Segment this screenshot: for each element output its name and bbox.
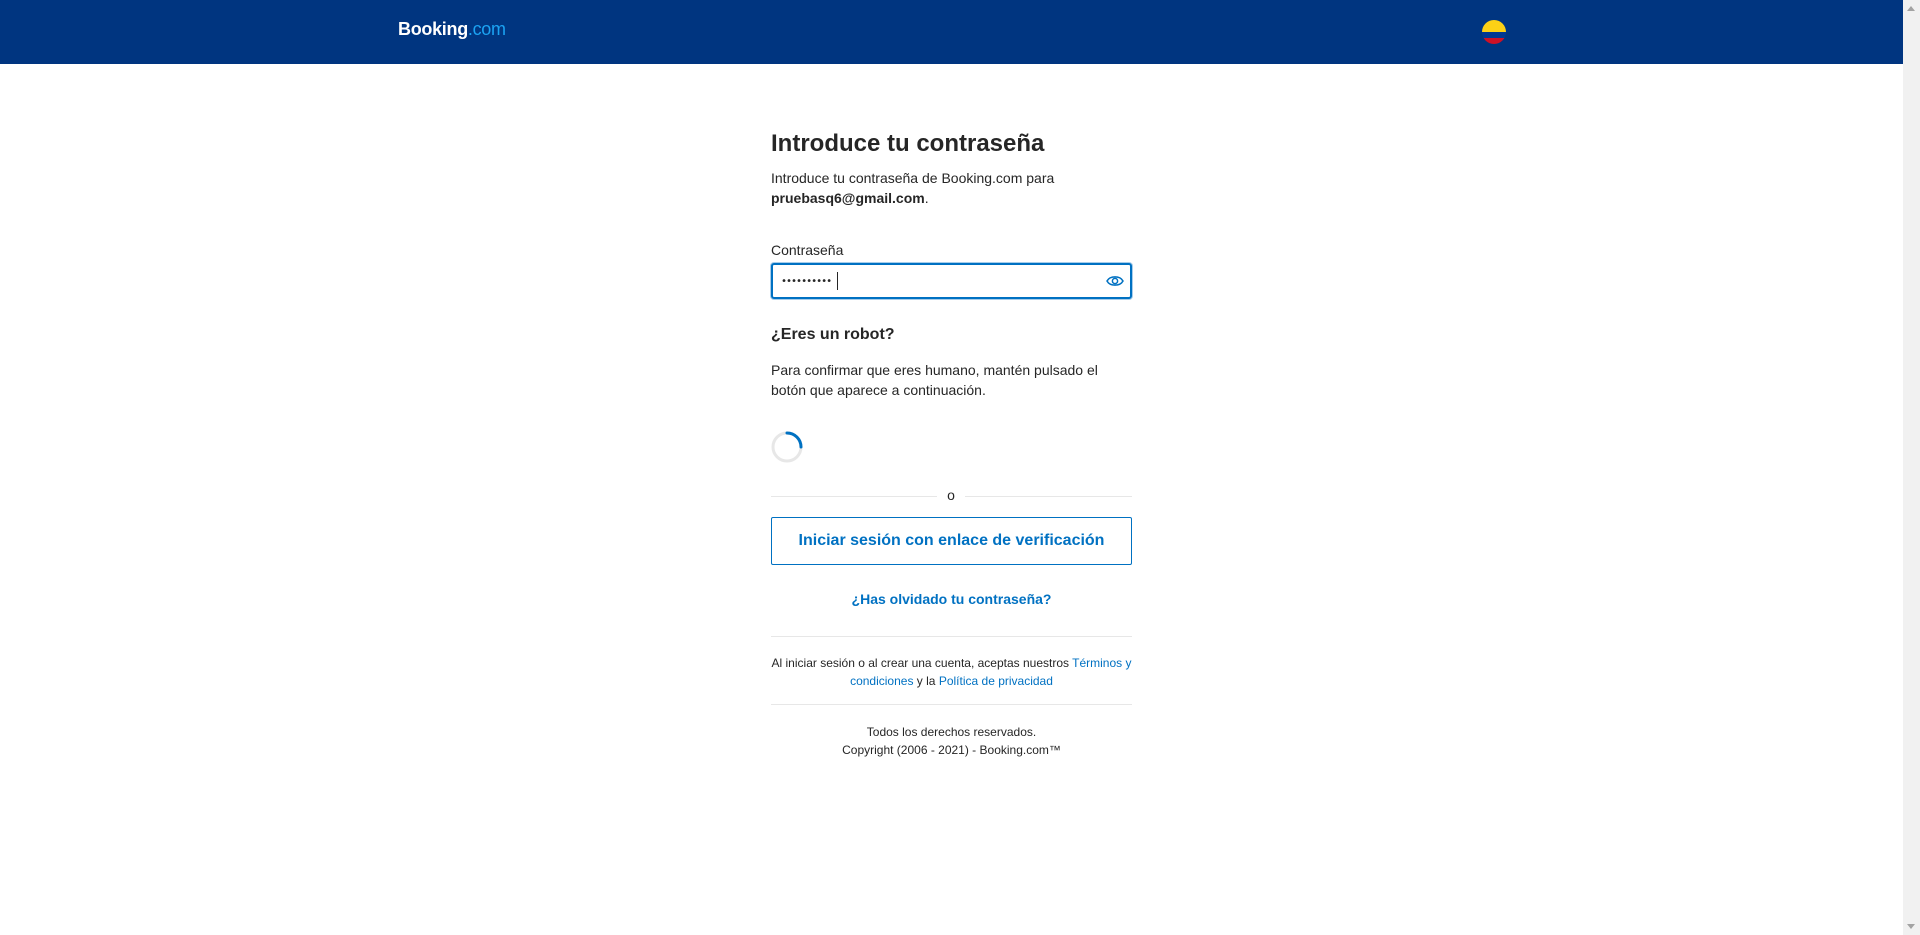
colombia-flag-icon [1482, 20, 1506, 44]
divider-line-left [771, 496, 937, 497]
copyright-text: Copyright (2006 - 2021) - Booking.com™ [842, 743, 1061, 757]
intro-text: Introduce tu contraseña de Booking.com p… [771, 168, 1132, 208]
footer: Todos los derechos reservados. Copyright… [771, 723, 1132, 759]
page-title: Introduce tu contraseña [771, 130, 1045, 157]
or-divider: o [771, 487, 1132, 503]
show-password-button[interactable] [1106, 273, 1124, 289]
text-cursor [837, 272, 838, 290]
vertical-scrollbar[interactable] [1903, 0, 1920, 935]
divider-line-right [965, 496, 1132, 497]
robot-check-text: Para confirmar que eres humano, mantén p… [771, 362, 1098, 398]
legal-prefix: Al iniciar sesión o al crear una cuenta,… [771, 656, 1070, 670]
robot-check-title: ¿Eres un robot? [771, 326, 895, 343]
forgot-password-link[interactable]: ¿Has olvidado tu contraseña? [771, 591, 1132, 607]
top-header: Booking.com [0, 0, 1903, 64]
scroll-down-arrow-icon[interactable] [1907, 924, 1915, 929]
verification-link-button[interactable]: Iniciar sesión con enlace de verificació… [771, 517, 1132, 565]
logo-main: Booking [398, 19, 468, 39]
privacy-link[interactable]: Política de privacidad [939, 674, 1053, 688]
rights-text: Todos los derechos reservados. [866, 725, 1037, 739]
intro-period: . [924, 190, 929, 206]
password-label: Contraseña [771, 242, 844, 258]
language-flag-button[interactable] [1482, 20, 1506, 44]
separator [771, 704, 1132, 705]
legal-notice: Al iniciar sesión o al crear una cuenta,… [771, 654, 1132, 690]
separator [771, 636, 1132, 637]
password-input[interactable] [781, 270, 1081, 292]
booking-logo[interactable]: Booking.com [398, 19, 506, 40]
account-email: pruebasq6@gmail.com [771, 190, 925, 206]
logo-suffix: .com [467, 19, 506, 39]
scroll-up-arrow-icon[interactable] [1907, 6, 1915, 11]
intro-sentence: Introduce tu contraseña de Booking.com p… [771, 170, 1055, 186]
divider-text: o [947, 487, 955, 503]
password-field[interactable] [771, 263, 1132, 299]
eye-icon [1106, 276, 1124, 286]
legal-and: y la [916, 674, 936, 688]
loading-spinner-icon [771, 431, 803, 463]
